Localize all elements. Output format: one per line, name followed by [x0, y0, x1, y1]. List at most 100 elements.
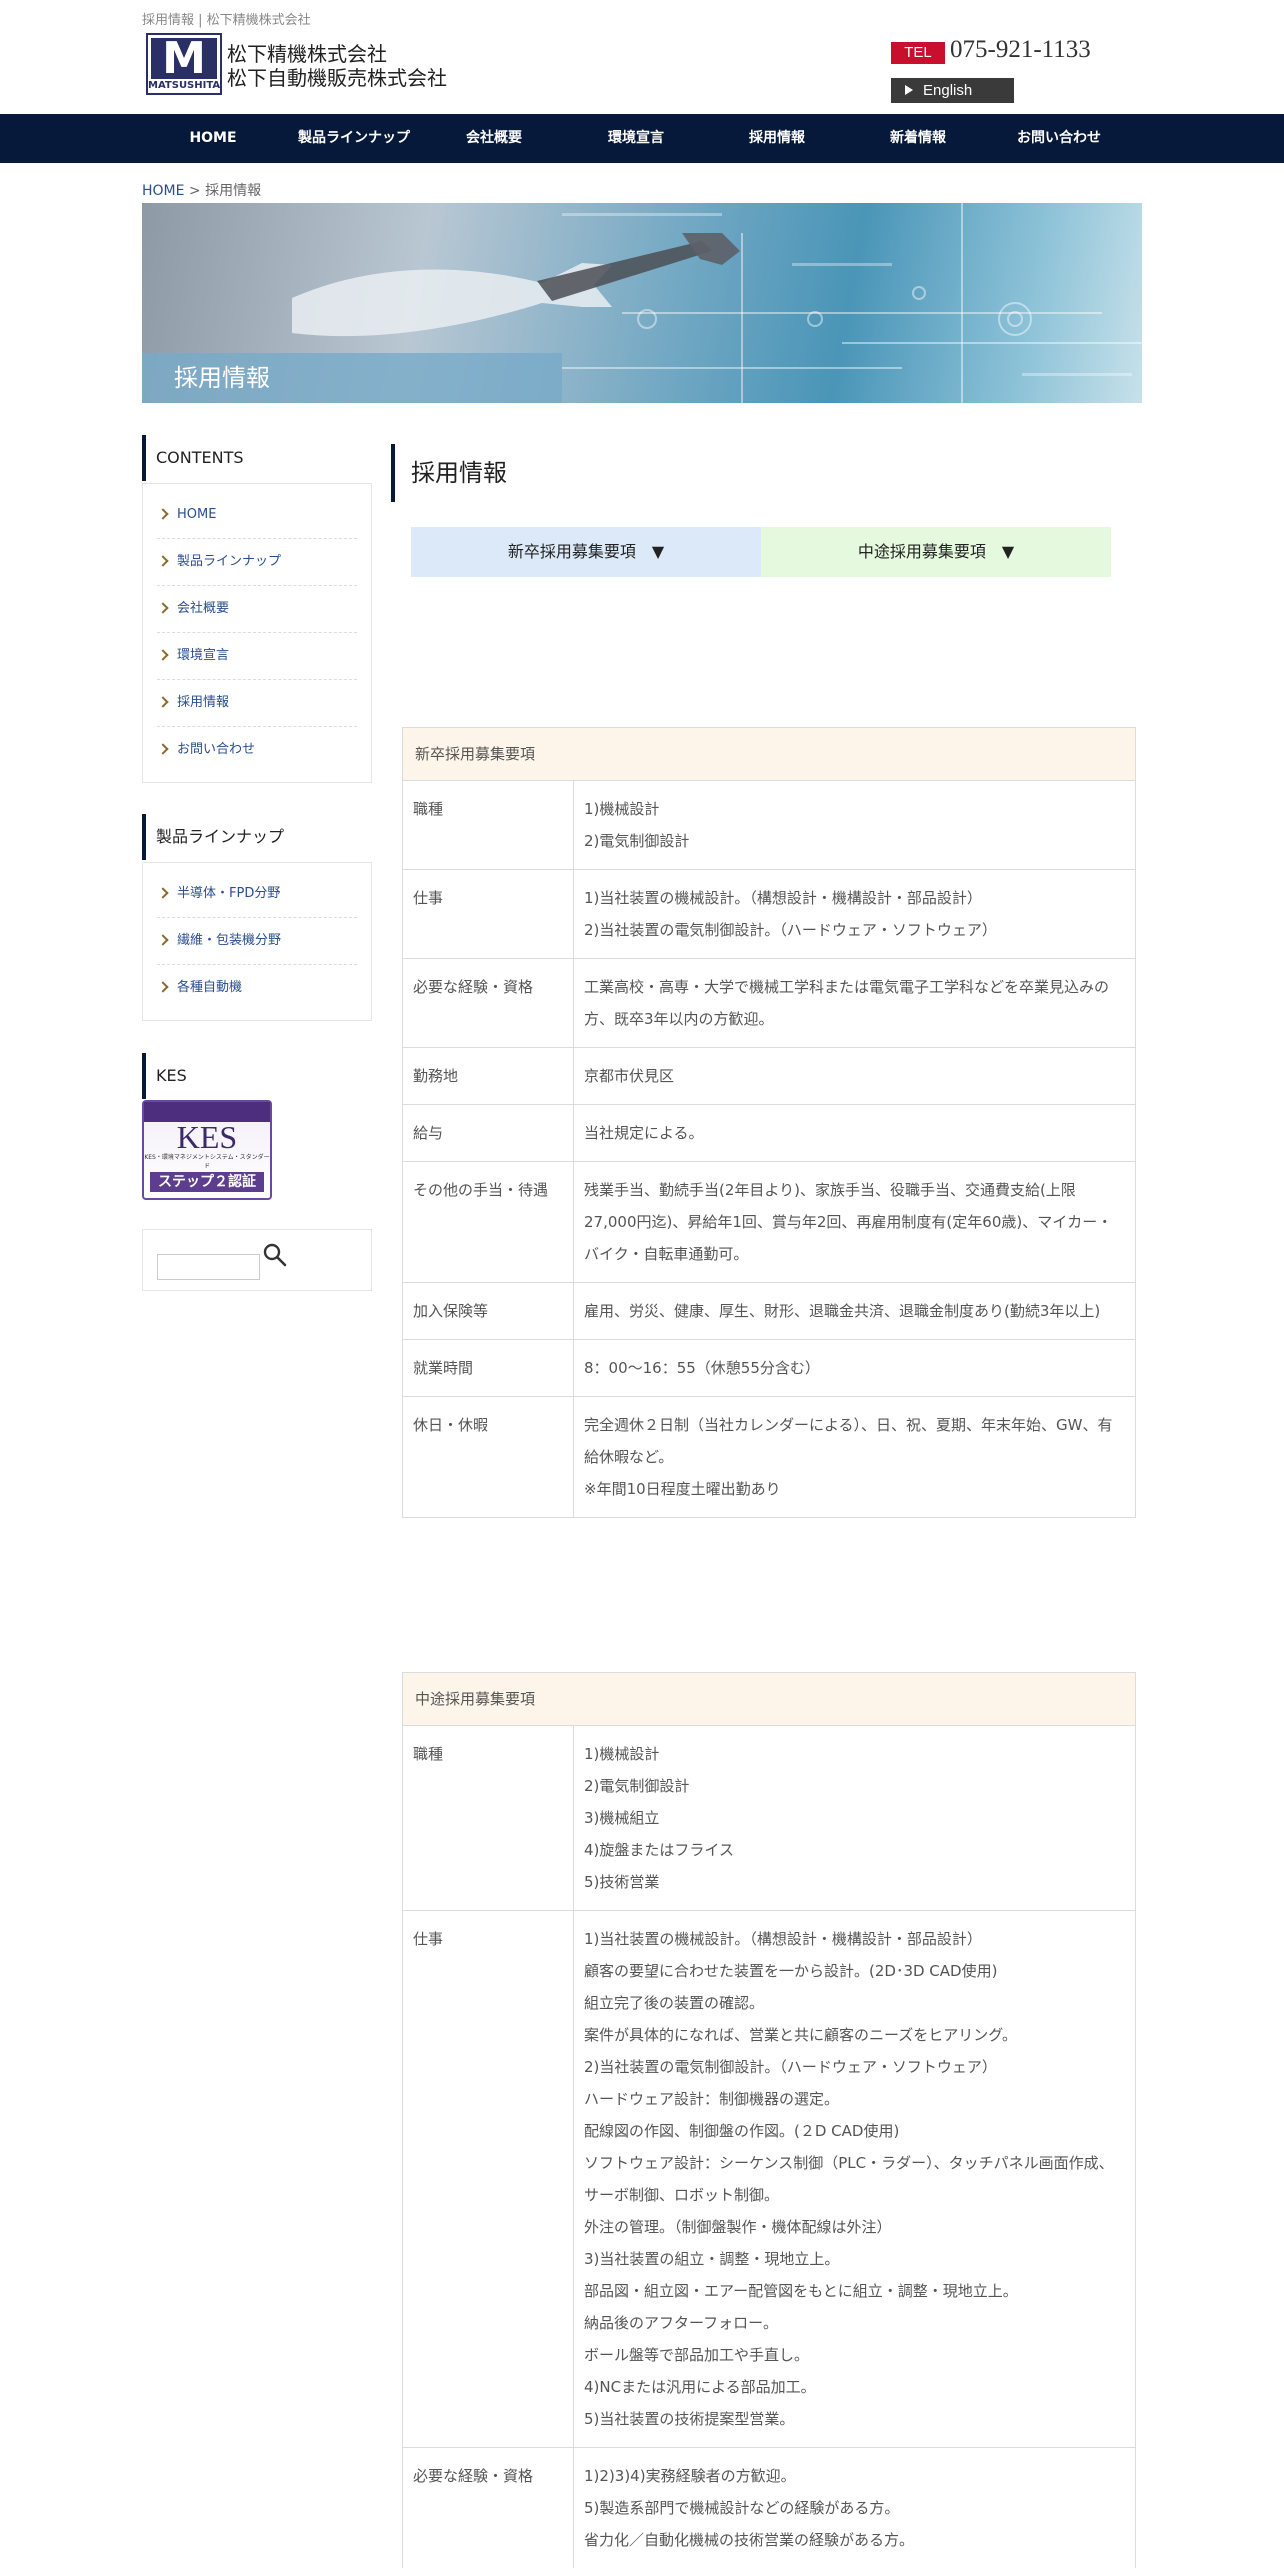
sidebar-item-label: 環境宣言: [177, 648, 230, 663]
row-label: 仕事: [403, 870, 574, 958]
row-value: 1)当社装置の機械設計。（構想設計・機構設計・部品設計） 顧客の要望に合わせた装置…: [584, 1930, 1114, 2428]
search-icon: [263, 1243, 287, 1267]
nav-products[interactable]: 製品ラインナップ: [298, 114, 410, 163]
tel-badge: TEL: [891, 42, 945, 64]
nav-environment[interactable]: 環境宣言: [608, 114, 664, 163]
table-row: 就業時間 8：00～16：55（休憩55分含む）: [403, 1340, 1135, 1397]
kes-badge-sub: KES・環境マネジメントシステム・スタンダード: [144, 1154, 270, 1170]
chevron-right-icon: [157, 934, 169, 946]
nav-news[interactable]: 新着情報: [890, 114, 946, 163]
tel-number[interactable]: 075-921-1133: [950, 36, 1091, 64]
sidebar-item-label: HOME: [177, 507, 217, 522]
table-row: 休日・休暇 完全週休２日制（当社カレンダーによる）、日、祝、夏期、年末年始、GW、…: [403, 1397, 1135, 1517]
row-value: 1)機械設計 2)電気制御設計: [584, 800, 690, 850]
tab-mid-career[interactable]: 中途採用募集要項 ▼: [761, 527, 1111, 577]
row-label: 職種: [403, 781, 574, 869]
row-label: その他の手当・待遇: [403, 1162, 574, 1282]
table-row: 給与 当社規定による。: [403, 1105, 1135, 1162]
logo-text: MATSUSHITA: [148, 80, 221, 91]
chevron-right-icon: [157, 743, 169, 755]
row-label: 仕事: [403, 1911, 574, 2447]
company-logo[interactable]: M MATSUSHITA: [146, 33, 222, 95]
row-label: 必要な経験・資格: [403, 959, 574, 1047]
sidebar-products-title: 製品ラインナップ: [142, 814, 372, 860]
kes-badge-step: ステップ２認証: [150, 1172, 264, 1192]
kes-badge-main: KES: [176, 1119, 238, 1155]
nav-company[interactable]: 会社概要: [466, 114, 522, 163]
row-label: 必要な経験・資格: [403, 2448, 574, 2568]
sidebar-item-recruit[interactable]: 採用情報: [157, 680, 357, 727]
search-widget: [142, 1229, 372, 1291]
nav-contact[interactable]: お問い合わせ: [1017, 114, 1101, 163]
table-row: 必要な経験・資格 1)2)3)4)実務経験者の方歓迎。 5)製造系部門で機械設計など…: [403, 2448, 1135, 2568]
company-name-2: 松下自動機販売株式会社: [227, 66, 447, 90]
hero-title: 採用情報: [142, 353, 562, 403]
row-label: 加入保険等: [403, 1283, 574, 1339]
row-value: 8：00～16：55（休憩55分含む）: [584, 1359, 820, 1377]
breadcrumb-home[interactable]: HOME: [142, 183, 184, 199]
table-row: 加入保険等 雇用、労災、健康、厚生、財形、退職金共済、退職金制度あり(勤続3年以上…: [403, 1283, 1135, 1340]
sidebar-item-label: 会社概要: [177, 601, 230, 616]
row-value: 完全週休２日制（当社カレンダーによる）、日、祝、夏期、年末年始、GW、有給休暇な…: [584, 1416, 1113, 1498]
row-label: 給与: [403, 1105, 574, 1161]
english-label: English: [923, 82, 973, 99]
chevron-right-icon: [157, 649, 169, 661]
nav-home[interactable]: HOME: [189, 114, 236, 163]
sidebar-item-products[interactable]: 製品ラインナップ: [157, 539, 357, 586]
table-row: 必要な経験・資格 工業高校・高専・大学で機械工学科または電気電子工学科などを卒業見…: [403, 959, 1135, 1048]
chevron-right-icon: [157, 887, 169, 899]
row-label: 休日・休暇: [403, 1397, 574, 1517]
logo-letter: M: [151, 37, 217, 81]
chevron-right-icon: [157, 555, 169, 567]
company-names: 松下精機株式会社 松下自動機販売株式会社: [227, 42, 447, 90]
sidebar-kes-title: KES: [142, 1053, 372, 1099]
row-label: 勤務地: [403, 1048, 574, 1104]
row-value: 1)当社装置の機械設計。（構想設計・機構設計・部品設計） 2)当社装置の電気制御設…: [584, 889, 997, 939]
nav-recruit[interactable]: 採用情報: [749, 114, 805, 163]
table-row: 職種 1)機械設計 2)電気制御設計: [403, 781, 1135, 870]
page-caption: 採用情報 | 松下精機株式会社: [142, 13, 311, 28]
table-row: 仕事 1)当社装置の機械設計。（構想設計・機構設計・部品設計） 顧客の要望に合わせた…: [403, 1911, 1135, 2448]
sidebar-item-label: 半導体・FPD分野: [177, 886, 281, 901]
sidebar-item-home[interactable]: HOME: [157, 492, 357, 539]
sidebar-item-label: 繊維・包装機分野: [177, 933, 282, 948]
breadcrumb-separator: >: [184, 183, 206, 199]
chevron-right-icon: [157, 508, 169, 520]
row-value: 残業手当、勤続手当(2年目より)、家族手当、役職手当、交通費支給(上限27,00…: [584, 1181, 1113, 1263]
row-value: 1)2)3)4)実務経験者の方歓迎。 5)製造系部門で機械設計などの経験がある方。…: [584, 2467, 915, 2549]
sidebar-item-semiconductor[interactable]: 半導体・FPD分野: [157, 871, 357, 918]
new-graduate-table: 新卒採用募集要項 職種 1)機械設計 2)電気制御設計 仕事 1)当社装置の機械設計。…: [402, 727, 1136, 1518]
sidebar-item-textile[interactable]: 繊維・包装機分野: [157, 918, 357, 965]
row-value: 工業高校・高専・大学で機械工学科または電気電子工学科などを卒業見込みの方、既卒3…: [584, 978, 1110, 1028]
breadcrumb: HOME > 採用情報: [142, 180, 261, 200]
search-input[interactable]: [157, 1254, 260, 1280]
mid-career-table: 中途採用募集要項 職種 1)機械設計 2)電気制御設計 3)機械組立 4)旋盤またはフラ…: [402, 1672, 1136, 2568]
table-row: その他の手当・待遇 残業手当、勤続手当(2年目より)、家族手当、役職手当、交通費支…: [403, 1162, 1135, 1283]
sidebar-item-company[interactable]: 会社概要: [157, 586, 357, 633]
row-label: 就業時間: [403, 1340, 574, 1396]
global-nav: HOME 製品ラインナップ 会社概要 環境宣言 採用情報 新着情報 お問い合わせ: [0, 114, 1284, 163]
chevron-right-icon: [157, 602, 169, 614]
sidebar-item-automation[interactable]: 各種自動機: [157, 965, 357, 1012]
search-button[interactable]: [261, 1242, 289, 1270]
table-header: 中途採用募集要項: [403, 1673, 1135, 1726]
kes-certification-badge[interactable]: KES KES・環境マネジメントシステム・スタンダード ステップ２認証: [142, 1100, 272, 1200]
sidebar-contents-title: CONTENTS: [142, 435, 372, 481]
table-header: 新卒採用募集要項: [403, 728, 1135, 781]
company-name-1: 松下精機株式会社: [227, 42, 387, 66]
table-row: 仕事 1)当社装置の機械設計。（構想設計・機構設計・部品設計） 2)当社装置の電気制…: [403, 870, 1135, 959]
row-value: 当社規定による。: [584, 1124, 704, 1142]
row-value: 1)機械設計 2)電気制御設計 3)機械組立 4)旋盤またはフライス 5)技術営業: [584, 1745, 734, 1891]
english-button[interactable]: English: [891, 78, 1014, 103]
row-label: 職種: [403, 1726, 574, 1910]
tab-new-graduate[interactable]: 新卒採用募集要項 ▼: [411, 527, 761, 577]
table-row: 職種 1)機械設計 2)電気制御設計 3)機械組立 4)旋盤またはフライス 5)技術営業: [403, 1726, 1135, 1911]
sidebar-item-label: 採用情報: [177, 695, 230, 710]
sidebar-contents-list: HOME 製品ラインナップ 会社概要 環境宣言 採用情報 お問い合わせ: [142, 483, 372, 783]
breadcrumb-current: 採用情報: [205, 183, 262, 199]
hero-banner: 採用情報: [142, 203, 1142, 403]
play-triangle-icon: [905, 85, 913, 95]
sidebar-item-contact[interactable]: お問い合わせ: [157, 727, 357, 774]
row-value: 京都市伏見区: [584, 1067, 675, 1085]
sidebar-item-environment[interactable]: 環境宣言: [157, 633, 357, 680]
